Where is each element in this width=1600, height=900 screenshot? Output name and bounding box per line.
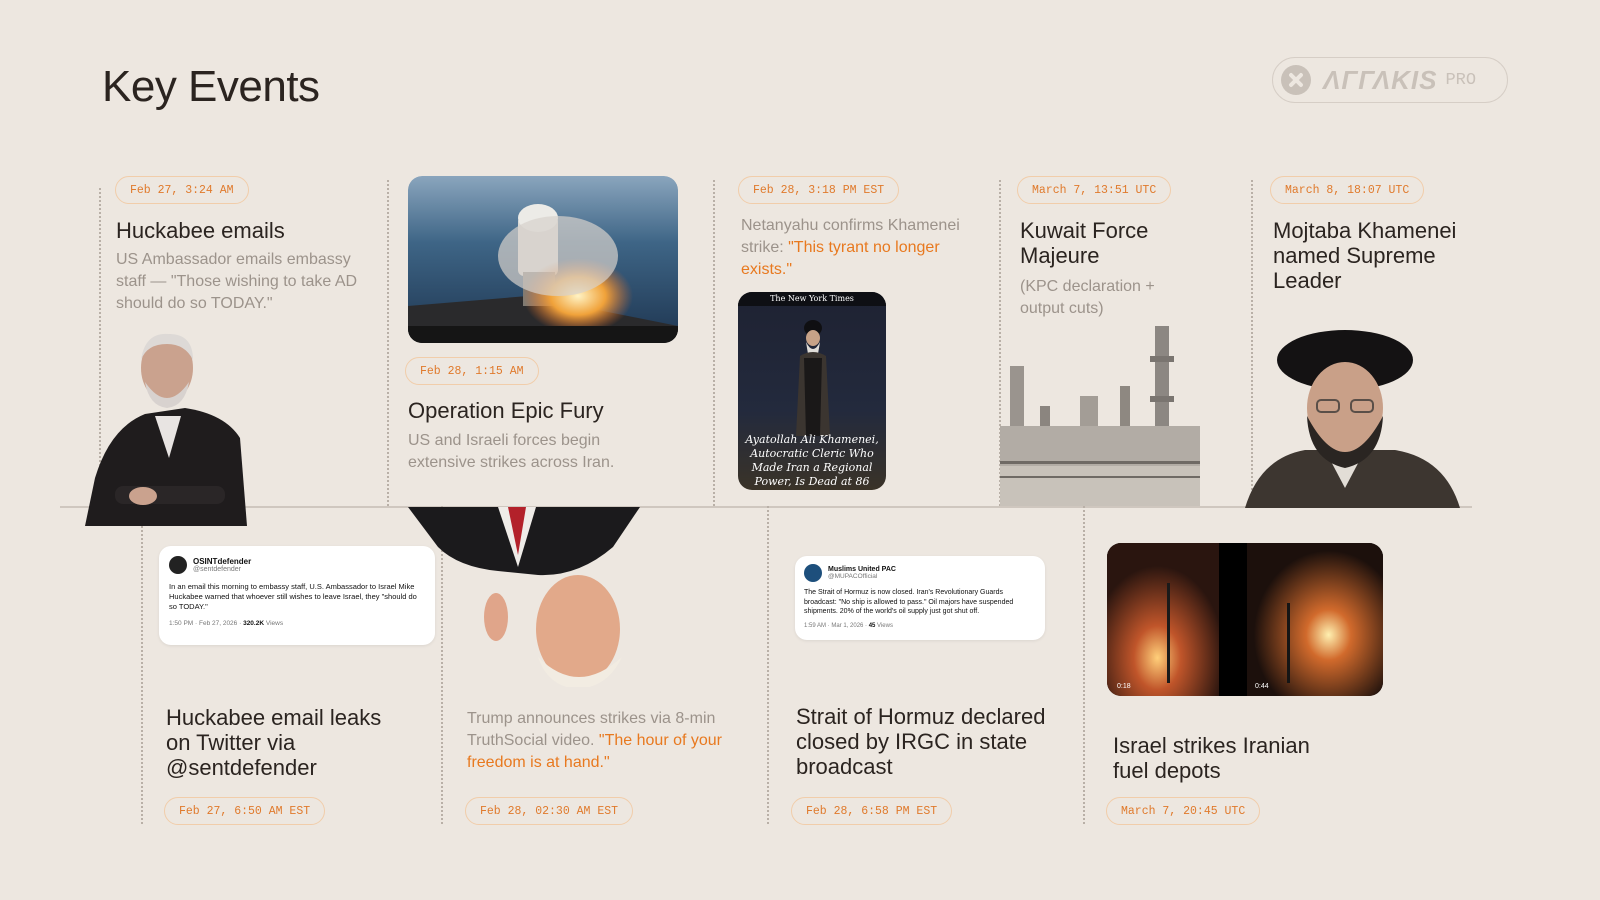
huckabee-photo: [85, 333, 247, 526]
tweet-author: OSINTdefender: [193, 557, 252, 566]
event-date-pill: March 7, 20:45 UTC: [1106, 797, 1261, 825]
warship-missile-launch-photo: [408, 176, 678, 343]
tweet-text: The Strait of Hormuz is now closed. Iran…: [804, 589, 1014, 615]
tweet-author: Muslims United PAC: [828, 566, 896, 573]
event-date-pill: Feb 28, 1:15 AM: [405, 357, 539, 385]
event-date-pill: Feb 27, 6:50 AM EST: [164, 797, 326, 825]
page-title: Key Events: [102, 62, 320, 111]
brand-logo[interactable]: ΛΓΓΛΚΙS PRO: [1272, 57, 1508, 103]
tweet-handle: @MUPACOfficial: [828, 573, 878, 580]
event-description: US and Israeli forces begin extensive st…: [408, 432, 615, 471]
event-description: Trump announces strikes via 8-min TruthS…: [467, 708, 737, 774]
tweet-card[interactable]: OSINTdefender @sentdefender In an email …: [159, 546, 435, 645]
brand-mark-icon: [1281, 65, 1311, 95]
event-description: Netanyahu confirms Khamenei strike: "Thi…: [741, 215, 971, 281]
mojtaba-khamenei-photo: [1245, 330, 1460, 508]
connector: [713, 180, 715, 506]
video-timestamp: 0:18: [1117, 683, 1131, 690]
nyt-masthead: The New York Times: [770, 294, 854, 303]
event-description: US Ambassador emails embassy staff — "Th…: [116, 251, 358, 312]
event-date-pill: Feb 28, 3:18 PM EST: [738, 176, 900, 204]
brand-tier: PRO: [1445, 70, 1477, 90]
khamenei-figure: [796, 320, 830, 436]
event-heading: Mojtaba Khamenei named Supreme Leader: [1273, 218, 1457, 293]
fuel-depot-fire-frames: [1107, 543, 1383, 696]
event-heading: Huckabee emails: [116, 218, 285, 243]
connector: [387, 180, 389, 506]
event-description: (KPC declaration + output cuts): [1020, 278, 1155, 317]
connector: [1083, 506, 1085, 824]
event-heading: Operation Epic Fury: [408, 398, 604, 423]
connector: [141, 506, 143, 824]
tweet-meta: 1:50 PM · Feb 27, 2026 · 320.2K Views: [169, 620, 284, 627]
avatar: [804, 564, 822, 582]
trump-photo: [408, 507, 640, 687]
avatar: [169, 556, 187, 574]
event-date-pill: March 7, 13:51 UTC: [1017, 176, 1172, 204]
tweet-card[interactable]: Muslims United PAC @MUPACOfficial The St…: [795, 556, 1045, 640]
event-heading: Huckabee email leaks on Twitter via @sen…: [166, 705, 382, 780]
event-date-pill: Feb 28, 6:58 PM EST: [791, 797, 953, 825]
event-date-pill: Feb 28, 02:30 AM EST: [465, 797, 634, 825]
event-date-pill: Feb 27, 3:24 AM: [115, 176, 249, 204]
fuel-depot-video[interactable]: 0:18 0:44: [1107, 543, 1383, 696]
event-heading: Kuwait Force Majeure: [1020, 218, 1149, 268]
nyt-caption: Ayatollah Ali Khamenei, Autocratic Cleri…: [745, 433, 879, 488]
nyt-khamenei-story[interactable]: The New York Times Ayatollah Ali Khamene…: [738, 292, 886, 490]
video-timestamp: 0:44: [1255, 683, 1269, 690]
tweet-meta: 1:59 AM · Mar 1, 2026 · 45 Views: [804, 622, 893, 629]
event-date-pill: March 8, 18:07 UTC: [1270, 176, 1425, 204]
tweet-handle: @sentdefender: [193, 566, 241, 573]
brand-name: ΛΓΓΛΚΙS: [1323, 64, 1438, 95]
event-heading: Israel strikes Iranian fuel depots: [1113, 733, 1310, 783]
refinery-photo: [1000, 326, 1200, 506]
connector: [767, 506, 769, 824]
tweet-text: In an email this morning to embassy staf…: [169, 582, 417, 611]
event-heading: Strait of Hormuz declared closed by IRGC…: [796, 704, 1046, 779]
